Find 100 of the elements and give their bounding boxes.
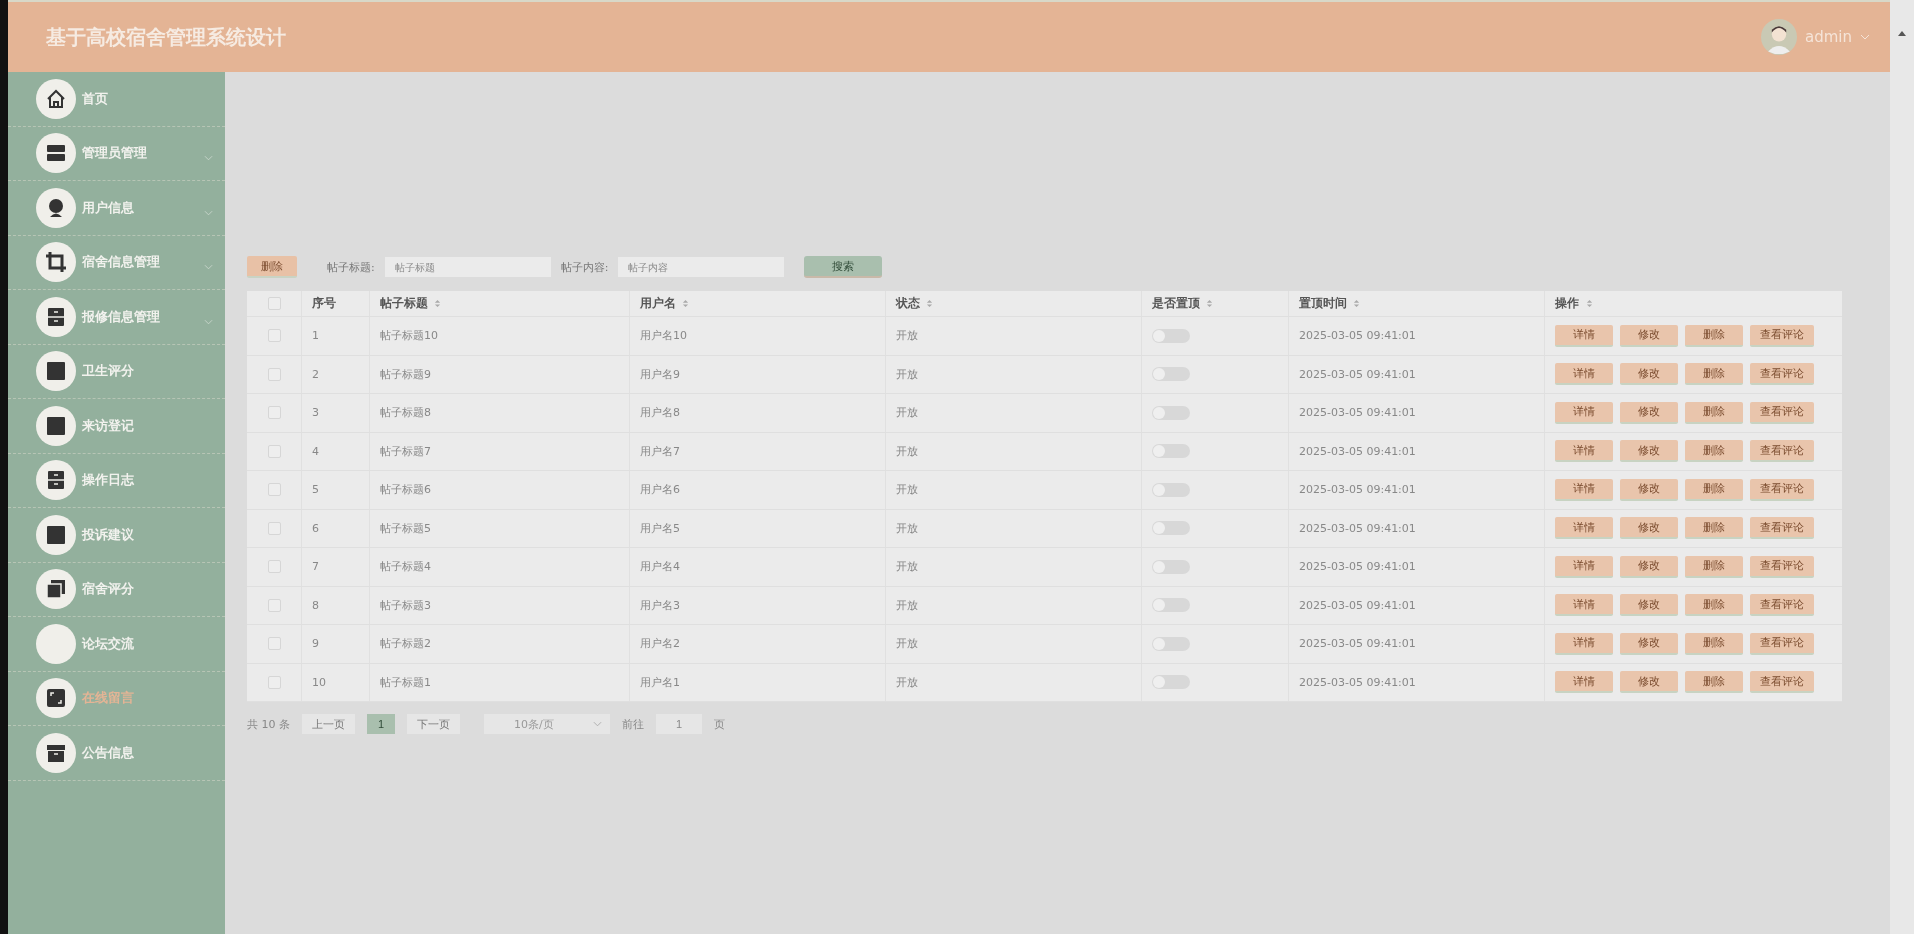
home-icon <box>36 78 76 119</box>
table-cell: 用户名4 <box>640 559 680 575</box>
checkbox[interactable] <box>267 483 281 497</box>
sidebar-label: 操作日志 <box>82 471 135 490</box>
search-field[interactable]: 帖子标题 <box>384 257 551 277</box>
column-header: 帖子标题 <box>380 295 428 312</box>
action-button[interactable]: 查看评论 <box>1750 555 1814 578</box>
action-button[interactable]: 删除 <box>1685 632 1743 655</box>
next-page-button[interactable]: 下一页 <box>407 714 460 734</box>
action-button[interactable]: 删除 <box>1685 517 1743 540</box>
page-suffix: 页 <box>714 716 725 732</box>
action-button[interactable]: 详情 <box>1555 594 1613 617</box>
action-button[interactable]: 修改 <box>1620 594 1678 617</box>
action-button[interactable]: 删除 <box>1685 324 1743 347</box>
checkbox[interactable] <box>267 560 281 574</box>
total-count: 共 10 条 <box>247 716 290 732</box>
action-button[interactable]: 详情 <box>1555 324 1613 347</box>
action-button[interactable]: 修改 <box>1620 440 1678 463</box>
action-button[interactable]: 删除 <box>1685 440 1743 463</box>
sort-icon[interactable] <box>434 299 441 308</box>
action-button[interactable]: 详情 <box>1555 671 1613 694</box>
table-cell: 用户名8 <box>640 405 680 421</box>
action-button[interactable]: 修改 <box>1620 555 1678 578</box>
action-button[interactable]: 删除 <box>1685 363 1743 386</box>
action-button[interactable]: 详情 <box>1555 440 1613 463</box>
table-cell: 2025-03-05 09:41:01 <box>1299 367 1416 381</box>
column-header: 置顶时间 <box>1299 295 1347 312</box>
page-input[interactable]: 1 <box>656 714 702 734</box>
action-button[interactable]: 详情 <box>1555 632 1613 655</box>
sort-icon[interactable] <box>1586 299 1593 308</box>
action-button[interactable]: 修改 <box>1620 363 1678 386</box>
field-label: 帖子内容: <box>560 259 609 275</box>
action-button[interactable]: 修改 <box>1620 478 1678 501</box>
scrollbar[interactable] <box>1890 0 1914 934</box>
goto-label: 前往 <box>622 716 644 732</box>
crop-icon <box>36 242 76 283</box>
search-field[interactable]: 帖子内容 <box>618 257 785 277</box>
action-button[interactable]: 查看评论 <box>1750 478 1814 501</box>
sort-icon[interactable] <box>1206 299 1213 308</box>
sort-icon[interactable] <box>926 299 933 308</box>
sidebar-label: 宿舍信息管理 <box>82 253 161 272</box>
search-button[interactable]: 搜索 <box>804 256 883 278</box>
checkbox[interactable] <box>267 406 281 420</box>
action-button[interactable]: 详情 <box>1555 555 1613 578</box>
bars-icon <box>36 133 76 174</box>
chevron-down-icon[interactable] <box>1860 34 1870 40</box>
action-button[interactable]: 查看评论 <box>1750 440 1814 463</box>
copy-icon <box>36 569 76 610</box>
action-button[interactable]: 删除 <box>1685 478 1743 501</box>
action-button[interactable]: 修改 <box>1620 401 1678 424</box>
action-button[interactable]: 查看评论 <box>1750 324 1814 347</box>
table-cell: 用户名7 <box>640 443 680 459</box>
delete-button[interactable]: 删除 <box>247 256 297 278</box>
table-cell: 8 <box>312 598 319 612</box>
prev-page-button[interactable]: 上一页 <box>302 714 355 734</box>
column-header: 状态 <box>896 295 920 312</box>
table-cell: 3 <box>312 406 319 420</box>
action-button[interactable]: 查看评论 <box>1750 363 1814 386</box>
action-button[interactable]: 修改 <box>1620 632 1678 655</box>
scroll-up-arrow-icon[interactable] <box>1898 30 1906 36</box>
table-cell: 2 <box>312 367 319 381</box>
checkbox[interactable] <box>267 521 281 535</box>
action-button[interactable]: 删除 <box>1685 671 1743 694</box>
action-button[interactable]: 查看评论 <box>1750 594 1814 617</box>
action-button[interactable]: 详情 <box>1555 401 1613 424</box>
action-button[interactable]: 查看评论 <box>1750 632 1814 655</box>
table-cell: 2025-03-05 09:41:01 <box>1299 598 1416 612</box>
action-button[interactable]: 修改 <box>1620 517 1678 540</box>
action-button[interactable]: 查看评论 <box>1750 401 1814 424</box>
action-button[interactable]: 修改 <box>1620 324 1678 347</box>
table-cell: 帖子标题10 <box>380 328 438 344</box>
action-button[interactable]: 查看评论 <box>1750 517 1814 540</box>
column-header: 操作 <box>1555 295 1579 312</box>
sort-icon[interactable] <box>1353 299 1360 308</box>
checkbox[interactable] <box>267 367 281 381</box>
sidebar-label: 来访登记 <box>82 416 135 435</box>
table-cell: 帖子标题3 <box>380 597 431 613</box>
action-button[interactable]: 删除 <box>1685 555 1743 578</box>
table-cell: 9 <box>312 637 319 651</box>
action-button[interactable]: 详情 <box>1555 363 1613 386</box>
action-button[interactable]: 详情 <box>1555 478 1613 501</box>
action-button[interactable]: 删除 <box>1685 594 1743 617</box>
table-cell: 2025-03-05 09:41:01 <box>1299 521 1416 535</box>
checkbox[interactable] <box>267 675 281 689</box>
action-button[interactable]: 删除 <box>1685 401 1743 424</box>
avatar-icon[interactable] <box>1761 19 1797 55</box>
table-cell: 帖子标题5 <box>380 520 431 536</box>
checkbox[interactable] <box>267 444 281 458</box>
action-button[interactable]: 修改 <box>1620 671 1678 694</box>
page-button[interactable]: 1 <box>367 714 395 734</box>
sort-icon[interactable] <box>682 299 689 308</box>
sidebar-label: 报修信息管理 <box>82 307 161 326</box>
checkbox[interactable] <box>267 329 281 343</box>
sidebar-label: 在线留言 <box>82 689 135 708</box>
table-cell: 用户名3 <box>640 597 680 613</box>
action-button[interactable]: 查看评论 <box>1750 671 1814 694</box>
checkbox[interactable] <box>267 297 281 310</box>
action-button[interactable]: 详情 <box>1555 517 1613 540</box>
checkbox[interactable] <box>267 637 281 651</box>
checkbox[interactable] <box>267 598 281 612</box>
